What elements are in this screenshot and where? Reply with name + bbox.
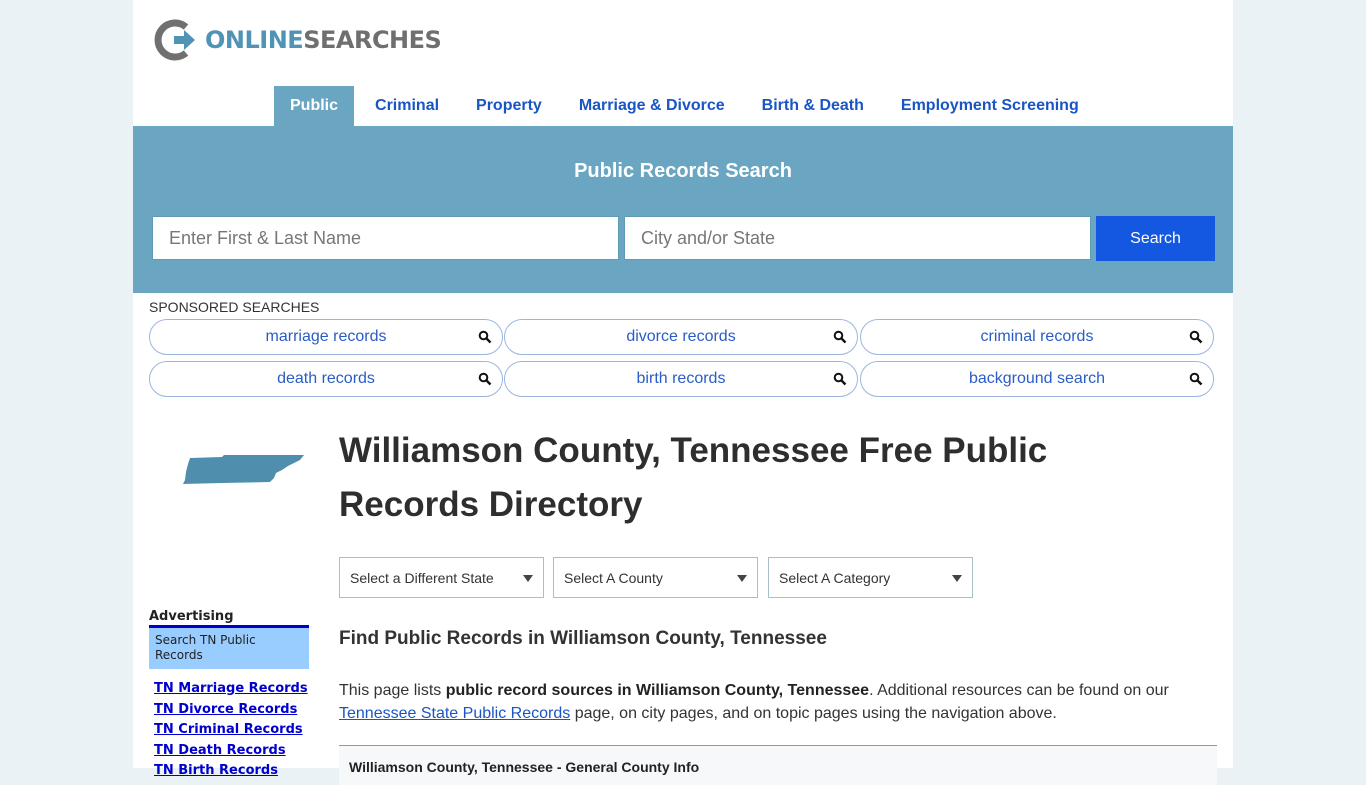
pill-label: marriage records — [265, 328, 387, 345]
pill-label: criminal records — [980, 328, 1094, 345]
nav-criminal[interactable]: Criminal — [359, 86, 455, 126]
page-title: Williamson County, Tennessee Free Public… — [339, 431, 1048, 524]
intro-bold-text: public record sources in Williamson Coun… — [445, 682, 870, 699]
sidebar-link-criminal[interactable]: TN Criminal Records — [154, 720, 308, 741]
sidebar-link-death[interactable]: TN Death Records — [154, 741, 308, 762]
intro-paragraph: This page lists public record sources in… — [339, 680, 1219, 725]
search-icon — [478, 372, 492, 386]
search-icon — [1189, 330, 1203, 344]
sidebar-link-birth[interactable]: TN Birth Records — [154, 761, 308, 782]
search-button[interactable]: Search — [1096, 216, 1215, 261]
sidebar-link-divorce[interactable]: TN Divorce Records — [154, 700, 308, 721]
category-select[interactable]: Select A Category — [768, 557, 973, 598]
pill-label: death records — [277, 370, 375, 387]
pill-label: divorce records — [626, 328, 736, 345]
intro-text: This page lists — [339, 682, 446, 699]
search-title: Public Records Search — [574, 160, 792, 182]
main-nav: Public Criminal Property Marriage & Divo… — [274, 86, 1100, 126]
search-icon — [478, 330, 492, 344]
sidebar-links: TN Marriage Records TN Divorce Records T… — [154, 679, 308, 782]
name-input[interactable] — [152, 216, 619, 260]
county-select-value: Select A County — [564, 569, 663, 586]
nav-property[interactable]: Property — [460, 86, 558, 126]
logo-text: ONLINESEARCHES — [205, 26, 442, 54]
info-box-title: Williamson County, Tennessee - General C… — [349, 759, 700, 775]
sponsored-birth-records[interactable]: birth records — [504, 361, 858, 397]
sponsored-marriage-records[interactable]: marriage records — [149, 319, 503, 355]
search-panel: Public Records Search Search — [133, 126, 1233, 293]
sponsored-criminal-records[interactable]: criminal records — [860, 319, 1214, 355]
tennessee-map-icon — [183, 455, 304, 484]
advertising-label: Advertising — [149, 609, 234, 624]
tennessee-state-records-link[interactable]: Tennessee State Public Records — [339, 705, 570, 722]
site-logo[interactable]: ONLINESEARCHES — [153, 18, 442, 62]
sponsored-death-records[interactable]: death records — [149, 361, 503, 397]
pill-label: background search — [968, 370, 1106, 387]
search-tn-records-ad[interactable]: Search TN Public Records — [149, 625, 309, 669]
nav-public[interactable]: Public — [274, 86, 355, 126]
nav-marriage-divorce[interactable]: Marriage & Divorce — [563, 86, 741, 126]
logo-online-text: ONLINE — [205, 26, 304, 54]
section-title: Find Public Records in Williamson County… — [339, 628, 827, 649]
logo-power-arrow-icon — [154, 19, 195, 61]
intro-text: . Additional resources can be found on o… — [869, 682, 1169, 699]
sponsored-divorce-records[interactable]: divorce records — [504, 319, 858, 355]
search-icon — [833, 330, 847, 344]
state-select-value: Select a Different State — [350, 569, 494, 586]
nav-birth-death[interactable]: Birth & Death — [746, 86, 880, 126]
city-state-input[interactable] — [624, 216, 1091, 260]
pill-label: birth records — [636, 370, 726, 387]
search-icon — [833, 372, 847, 386]
sponsored-searches-label: SPONSORED SEARCHES — [149, 299, 320, 315]
search-icon — [1189, 372, 1203, 386]
sidebar-link-marriage[interactable]: TN Marriage Records — [154, 679, 308, 700]
chevron-down-icon — [523, 575, 533, 582]
intro-text: page, on city pages, and on topic pages … — [570, 704, 1057, 722]
chevron-down-icon — [952, 575, 962, 582]
county-select[interactable]: Select A County — [553, 557, 758, 598]
state-select[interactable]: Select a Different State — [339, 557, 544, 598]
category-select-value: Select A Category — [779, 569, 891, 586]
chevron-down-icon — [737, 575, 747, 582]
sponsored-background-search[interactable]: background search — [860, 361, 1214, 397]
page-container: ONLINESEARCHES Public Criminal Property … — [133, 0, 1233, 785]
nav-employment-screening[interactable]: Employment Screening — [885, 86, 1095, 126]
logo-searches-text: SEARCHES — [303, 26, 442, 54]
general-county-info-box: Williamson County, Tennessee - General C… — [339, 745, 1217, 785]
